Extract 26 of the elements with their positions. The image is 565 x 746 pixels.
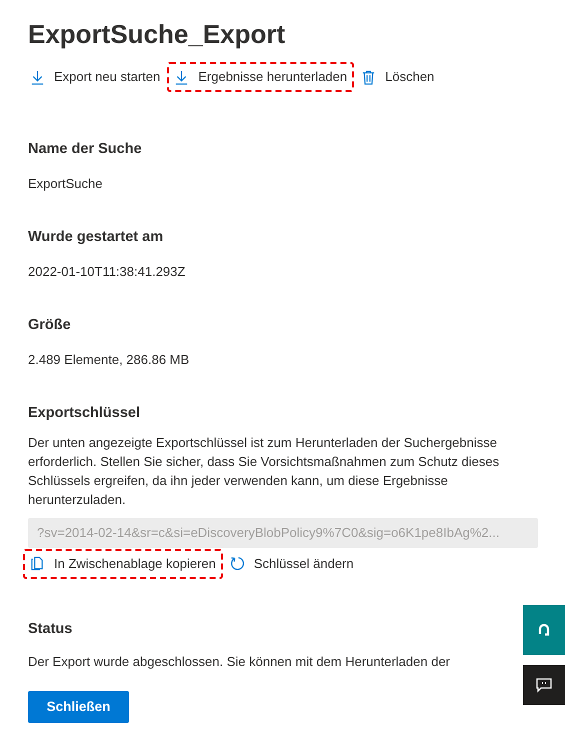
help-button[interactable] [523,605,565,655]
section-heading: Name der Suche [28,140,142,159]
copy-icon [30,556,45,571]
key-description: Der unten angezeigte Exportschlüssel ist zum Herunterladen der Suchergebnisse erforderlich. Stellen Sie sicher, dass Sie Vorsichtsmaßnahmen zum Schutz dieses Schlüssels ergreifen, da ihn jeder verwenden kann, um diese Ergebnisse herunterzuladen. [28,434,500,509]
section-value: ExportSuche [28,175,104,193]
action-button[interactable]: In Zwischenablage kopieren [23,548,223,578]
trash-icon [361,70,376,84]
chat-icon [536,678,552,692]
action-button[interactable]: Ergebnisse herunterladen [167,62,354,92]
section-value: 2.489 Elemente, 286.86 MB [28,351,190,369]
page-title: ExportSuche_Export [28,18,286,51]
headset-icon [537,622,551,638]
refresh-icon [230,556,245,571]
section-value: 2022-01-10T11:38:41.293Z [28,263,186,281]
action-button[interactable]: Export neu starten [23,62,168,92]
download-icon [30,70,45,84]
section-heading: Status [28,620,72,638]
section-heading: Wurde gestartet am [28,228,164,247]
close-button[interactable]: Schließen [28,690,129,723]
action-button[interactable]: Löschen [354,62,442,92]
section-heading: Exportschlüssel [28,404,140,423]
action-button[interactable]: Schlüssel ändern [222,548,361,578]
download-icon [174,70,190,84]
feedback-button[interactable] [523,665,565,705]
section-heading: Größe [28,316,71,335]
status-text: Der Export wurde abgeschlossen. Sie können mit dem Herunterladen der [28,652,452,670]
